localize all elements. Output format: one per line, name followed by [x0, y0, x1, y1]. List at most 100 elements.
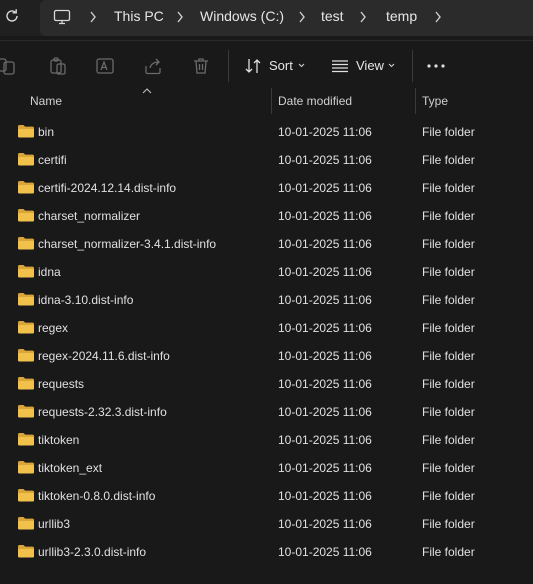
- file-type: File folder: [422, 181, 475, 195]
- column-date-modified[interactable]: Date modified: [278, 94, 352, 108]
- breadcrumb-windows-c[interactable]: Windows (C:): [200, 8, 284, 24]
- file-name: certifi-2024.12.14.dist-info: [38, 181, 177, 195]
- chevron-right-icon[interactable]: [176, 11, 184, 23]
- breadcrumb[interactable]: This PC Windows (C:) test temp: [40, 0, 533, 36]
- share-icon[interactable]: [143, 56, 163, 76]
- file-type: File folder: [422, 293, 475, 307]
- folder-icon: [18, 405, 34, 418]
- file-date-modified: 10-01-2025 11:06: [278, 237, 372, 251]
- file-date-modified: 10-01-2025 11:06: [278, 489, 372, 503]
- sort-ascending-icon: [142, 88, 152, 94]
- file-row[interactable]: idna 10-01-2025 11:06 File folder: [0, 257, 533, 285]
- folder-icon: [18, 209, 34, 222]
- file-name: idna: [38, 265, 61, 279]
- file-row[interactable]: requests 10-01-2025 11:06 File folder: [0, 369, 533, 397]
- file-name: tiktoken_ext: [38, 461, 103, 475]
- file-type: File folder: [422, 405, 475, 419]
- file-name: regex-2024.11.6.dist-info: [38, 349, 170, 363]
- folder-icon: [18, 125, 34, 138]
- file-name: charset_normalizer-3.4.1.dist-info: [38, 237, 217, 251]
- file-date-modified: 10-01-2025 11:06: [278, 349, 372, 363]
- file-type: File folder: [422, 321, 475, 335]
- file-row[interactable]: bin 10-01-2025 11:06 File folder: [0, 117, 533, 145]
- file-date-modified: 10-01-2025 11:06: [278, 461, 372, 475]
- file-row[interactable]: tiktoken 10-01-2025 11:06 File folder: [0, 425, 533, 453]
- file-date-modified: 10-01-2025 11:06: [278, 265, 372, 279]
- file-date-modified: 10-01-2025 11:06: [278, 181, 372, 195]
- file-date-modified: 10-01-2025 11:06: [278, 125, 372, 139]
- column-header: Name Date modified Type: [0, 88, 533, 114]
- file-row[interactable]: urllib3 10-01-2025 11:06 File folder: [0, 509, 533, 537]
- file-name: charset_normalizer: [38, 209, 141, 223]
- breadcrumb-this-pc[interactable]: This PC: [114, 8, 164, 24]
- file-date-modified: 10-01-2025 11:06: [278, 433, 372, 447]
- view-button[interactable]: View: [331, 54, 399, 78]
- file-row[interactable]: tiktoken-0.8.0.dist-info 10-01-2025 11:06…: [0, 481, 533, 509]
- column-separator[interactable]: [415, 88, 416, 114]
- view-icon: [332, 60, 348, 73]
- divider: [0, 40, 533, 41]
- file-row[interactable]: certifi-2024.12.14.dist-info 10-01-2025 1…: [0, 173, 533, 201]
- folder-icon: [18, 517, 34, 530]
- address-bar: This PC Windows (C:) test temp: [0, 0, 533, 36]
- folder-icon: [18, 321, 34, 334]
- folder-icon: [18, 377, 34, 390]
- monitor-icon: [53, 9, 71, 25]
- copy-icon[interactable]: [48, 56, 68, 76]
- file-row[interactable]: tiktoken_ext 10-01-2025 11:06 File folder: [0, 453, 533, 481]
- more-icon[interactable]: [426, 56, 446, 76]
- file-row[interactable]: charset_normalizer 10-01-2025 11:06 File f…: [0, 201, 533, 229]
- file-list: bin 10-01-2025 11:06 File folder certifi 10-…: [0, 117, 533, 565]
- file-type: File folder: [422, 153, 475, 167]
- new-item-icon[interactable]: [0, 56, 20, 76]
- folder-icon: [18, 293, 34, 306]
- chevron-right-icon[interactable]: [359, 11, 367, 23]
- file-row[interactable]: idna-3.10.dist-info 10-01-2025 11:06 File …: [0, 285, 533, 313]
- file-type: File folder: [422, 489, 475, 503]
- column-type[interactable]: Type: [422, 94, 448, 108]
- file-row[interactable]: urllib3-2.3.0.dist-info 10-01-2025 11:06 F…: [0, 537, 533, 565]
- file-row[interactable]: regex 10-01-2025 11:06 File folder: [0, 313, 533, 341]
- toolbar-separator: [412, 50, 413, 82]
- file-date-modified: 10-01-2025 11:06: [278, 321, 372, 335]
- sort-button[interactable]: Sort: [244, 54, 310, 78]
- breadcrumb-test[interactable]: test: [321, 8, 344, 24]
- file-type: File folder: [422, 377, 475, 391]
- breadcrumb-temp[interactable]: temp: [386, 8, 417, 24]
- folder-icon: [18, 349, 34, 362]
- chevron-right-icon[interactable]: [434, 11, 442, 23]
- chevron-right-icon[interactable]: [298, 11, 306, 23]
- file-row[interactable]: certifi 10-01-2025 11:06 File folder: [0, 145, 533, 173]
- file-type: File folder: [422, 209, 475, 223]
- file-row[interactable]: regex-2024.11.6.dist-info 10-01-2025 11:0…: [0, 341, 533, 369]
- file-name: requests-2.32.3.dist-info: [38, 405, 167, 419]
- column-separator[interactable]: [271, 88, 272, 114]
- file-name: urllib3-2.3.0.dist-info: [38, 545, 147, 559]
- file-name: urllib3: [38, 517, 71, 531]
- file-date-modified: 10-01-2025 11:06: [278, 405, 372, 419]
- toolbar-separator: [228, 50, 229, 82]
- file-date-modified: 10-01-2025 11:06: [278, 293, 372, 307]
- file-type: File folder: [422, 517, 475, 531]
- file-type: File folder: [422, 237, 475, 251]
- chevron-right-icon[interactable]: [89, 11, 97, 23]
- file-name: certifi: [38, 153, 67, 167]
- folder-icon: [18, 461, 34, 474]
- file-type: File folder: [422, 125, 475, 139]
- rename-icon[interactable]: [95, 56, 115, 76]
- delete-icon[interactable]: [191, 56, 211, 76]
- file-name: idna-3.10.dist-info: [38, 293, 134, 307]
- folder-icon: [18, 181, 34, 194]
- chevron-down-icon: [388, 63, 395, 68]
- file-type: File folder: [422, 349, 475, 363]
- sort-icon: [245, 59, 261, 73]
- refresh-icon[interactable]: [3, 7, 21, 25]
- column-name[interactable]: Name: [30, 94, 62, 108]
- file-row[interactable]: charset_normalizer-3.4.1.dist-info 10-01-…: [0, 229, 533, 257]
- file-type: File folder: [422, 433, 475, 447]
- file-type: File folder: [422, 461, 475, 475]
- file-date-modified: 10-01-2025 11:06: [278, 153, 372, 167]
- folder-icon: [18, 265, 34, 278]
- file-row[interactable]: requests-2.32.3.dist-info 10-01-2025 11:0…: [0, 397, 533, 425]
- file-type: File folder: [422, 545, 475, 559]
